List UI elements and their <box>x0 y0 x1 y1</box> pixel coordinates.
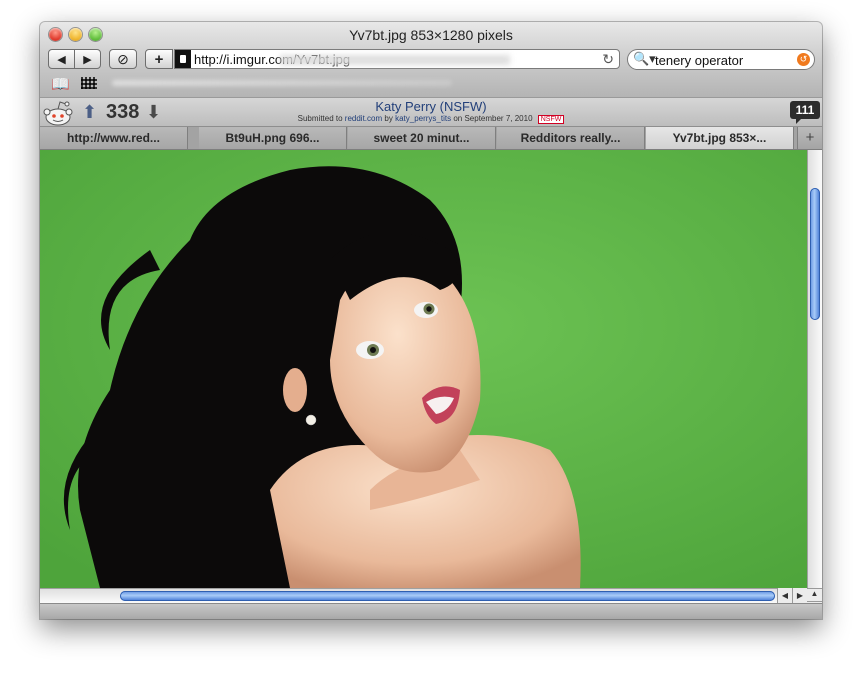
image-viewport <box>40 150 807 588</box>
browser-window: Yv7bt.jpg 853×1280 pixels ◀ ▶ ⊘ + http:/… <box>40 22 822 619</box>
post-title[interactable]: Katy Perry (NSFW) <box>40 99 822 114</box>
top-sites-grid-icon[interactable] <box>81 77 97 89</box>
tab-sweet-20[interactable]: sweet 20 minut... <box>348 127 496 149</box>
back-button[interactable]: ◀ <box>48 49 75 69</box>
search-input-value[interactable]: tenery operator <box>655 53 743 68</box>
reload-icon[interactable]: ↻ <box>602 51 614 68</box>
tab-redditors[interactable]: Redditors really... <box>497 127 645 149</box>
status-bar <box>40 603 822 619</box>
vertical-scroll-thumb[interactable] <box>810 188 820 320</box>
scroll-up-button[interactable]: ▲ <box>807 588 822 601</box>
horizontal-scrollbar[interactable] <box>40 588 777 603</box>
new-tab-button[interactable]: + <box>797 127 822 149</box>
forward-button[interactable]: ▶ <box>74 49 101 69</box>
subreddit-link[interactable]: reddit.com <box>345 114 382 123</box>
tab-reddit[interactable]: http://www.red... <box>40 127 188 149</box>
add-bookmark-icon: + <box>154 50 164 68</box>
title-toolbar: Yv7bt.jpg 853×1280 pixels ◀ ▶ ⊘ + http:/… <box>40 22 822 97</box>
vertical-scrollbar[interactable] <box>807 150 822 588</box>
bookmarks-book-icon[interactable]: 📖 <box>51 75 70 93</box>
tab-bar: http://www.red... Bt9uH.png 696... sweet… <box>40 127 822 150</box>
submission-date: on September 7, 2010 <box>453 114 533 123</box>
stop-icon: ⊘ <box>117 50 129 67</box>
tab-yv7bt-active[interactable]: Yv7bt.jpg 853×... <box>646 127 794 149</box>
comments-icon[interactable]: 111 <box>790 101 820 124</box>
nsfw-badge: NSFW <box>537 115 565 124</box>
author-link[interactable]: katy_perrys_tits <box>395 114 451 123</box>
portrait-photo <box>40 150 807 588</box>
stop-button[interactable]: ⊘ <box>109 49 137 69</box>
forward-icon: ▶ <box>83 53 92 66</box>
scroll-right-button[interactable]: ▶ <box>792 588 807 603</box>
blurred-bookmarks-bar <box>112 80 452 86</box>
post-submission-info: Submitted to reddit.com by katy_perrys_t… <box>40 114 822 124</box>
search-field[interactable]: 🔍▾ tenery operator ↺ <box>627 49 815 70</box>
window-title: Yv7bt.jpg 853×1280 pixels <box>349 27 513 43</box>
lock-icon <box>175 50 191 68</box>
reddit-toolbar: ⬆ 338 ⬇ Katy Perry (NSFW) Submitted to r… <box>40 97 822 127</box>
horizontal-scroll-thumb[interactable] <box>120 591 775 601</box>
snapback-icon[interactable]: ↺ <box>797 53 810 66</box>
blurred-url-region <box>280 55 510 65</box>
by-word: by <box>384 114 393 123</box>
submitted-prefix: Submitted to <box>297 114 343 123</box>
tab-bt9uh[interactable]: Bt9uH.png 696... <box>199 127 347 149</box>
add-bookmark-button[interactable]: + <box>145 49 173 69</box>
scroll-left-button[interactable]: ◀ <box>777 588 792 603</box>
back-icon: ◀ <box>57 53 66 66</box>
search-icon[interactable]: 🔍▾ <box>633 51 656 67</box>
